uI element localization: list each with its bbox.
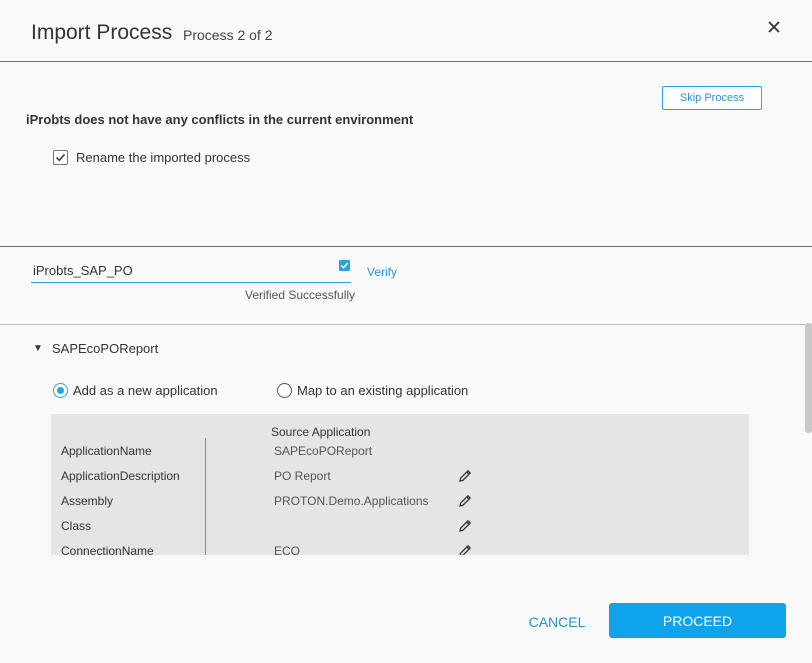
skip-process-button[interactable]: Skip Process [662, 86, 762, 110]
proceed-button[interactable]: PROCEED [609, 603, 786, 638]
table-row: ConnectionName ECO [51, 544, 749, 555]
conflict-message: iProbts does not have any conflicts in t… [26, 112, 414, 127]
section-divider [0, 246, 812, 247]
process-counter: Process 2 of 2 [183, 27, 273, 43]
property-value: PO Report [274, 469, 331, 483]
rename-checkbox-label[interactable]: Rename the imported process [76, 150, 250, 165]
caret-down-icon[interactable]: ▼ [33, 343, 43, 354]
radio-add-new-label[interactable]: Add as a new application [73, 383, 218, 398]
close-icon[interactable] [762, 15, 786, 39]
radio-map-existing-label[interactable]: Map to an existing application [297, 383, 468, 398]
source-application-header: Source Application [271, 425, 371, 439]
property-value: SAPEcoPOReport [274, 444, 373, 458]
property-label: ApplicationDescription [61, 469, 180, 483]
section-divider-2 [0, 324, 812, 325]
property-value: PROTON.Demo.Applications.C [274, 494, 429, 508]
verified-check-icon [339, 260, 350, 271]
application-name-header[interactable]: SAPEcoPOReport [52, 341, 158, 356]
checkmark-icon [55, 153, 66, 162]
radio-add-new-application[interactable] [53, 383, 68, 398]
table-row: ApplicationDescription PO Report [51, 469, 749, 494]
dialog-title: Import Process [31, 21, 173, 44]
verify-link[interactable]: Verify [367, 265, 397, 279]
rename-checkbox[interactable] [53, 150, 68, 165]
edit-pencil-icon[interactable] [457, 493, 473, 509]
edit-pencil-icon[interactable] [457, 468, 473, 484]
table-row: Assembly PROTON.Demo.Applications.C [51, 494, 749, 519]
radio-map-existing-application[interactable] [277, 383, 292, 398]
table-row: Class [51, 519, 749, 544]
scrollbar[interactable] [805, 323, 812, 433]
property-label: ConnectionName [61, 544, 154, 555]
edit-pencil-icon[interactable] [457, 543, 473, 555]
header-divider [0, 61, 812, 62]
process-name-input[interactable] [31, 258, 351, 283]
property-label: ApplicationName [61, 444, 152, 458]
application-properties-table: Source Application ApplicationName SAPEc… [51, 414, 749, 555]
verify-status: Verified Successfully [245, 288, 356, 302]
property-label: Class [61, 519, 92, 533]
edit-pencil-icon[interactable] [457, 518, 473, 534]
cancel-button[interactable]: CANCEL [520, 605, 594, 638]
table-row: ApplicationName SAPEcoPOReport [51, 444, 749, 469]
property-value: ECO [274, 544, 301, 555]
property-label: Assembly [61, 494, 114, 508]
